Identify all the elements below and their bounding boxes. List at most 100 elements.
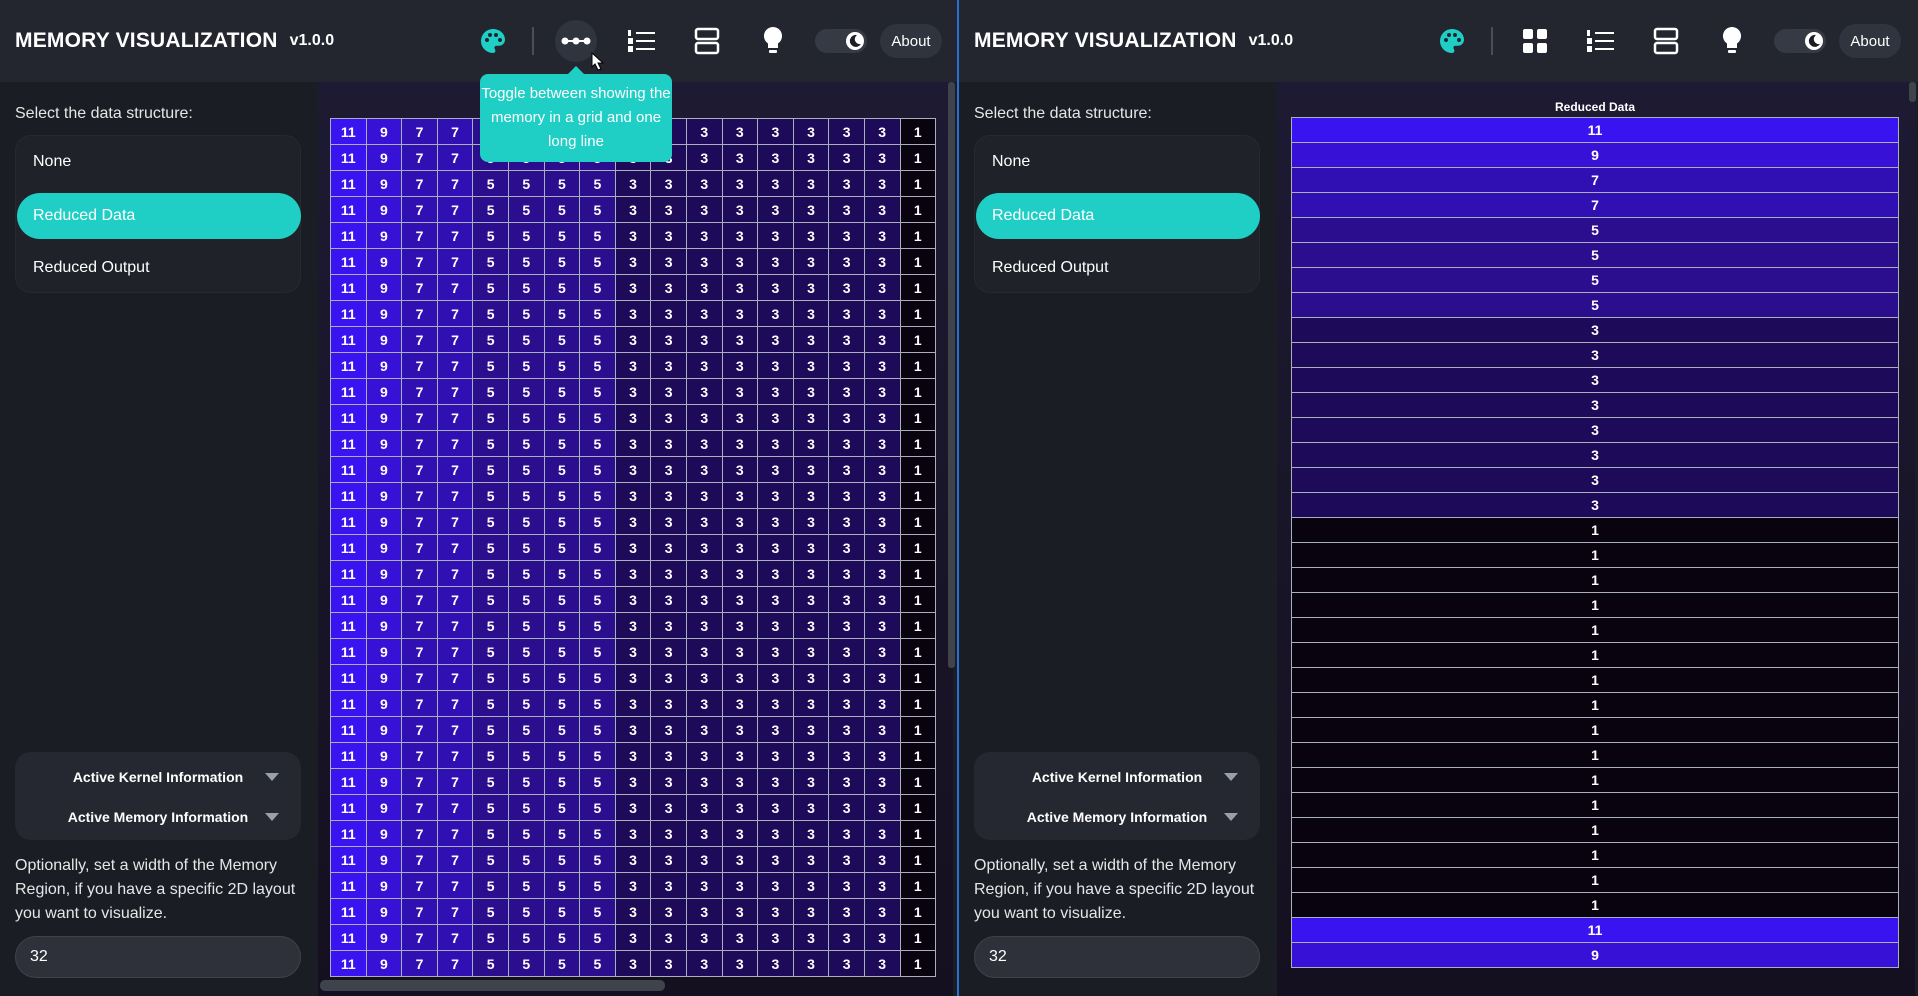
memory-cell: 3 bbox=[828, 456, 865, 483]
memory-cell: 5 bbox=[472, 742, 509, 769]
list-button[interactable] bbox=[620, 20, 662, 62]
caret-down-icon bbox=[265, 813, 279, 821]
memory-cell: 3 bbox=[863, 716, 901, 743]
memory-cell: 3 bbox=[721, 768, 759, 795]
ds-item-none[interactable]: None bbox=[976, 139, 1260, 185]
memory-cell: 7 bbox=[436, 508, 474, 535]
memory-cell: 3 bbox=[828, 950, 865, 977]
ds-item-reduced-data[interactable]: Reduced Data bbox=[17, 193, 301, 239]
stack-button[interactable] bbox=[1645, 20, 1687, 62]
memory-cell: 5 bbox=[507, 222, 545, 249]
memory-cell: 3 bbox=[650, 950, 687, 977]
toggle-view-button[interactable] bbox=[1514, 20, 1556, 62]
memory-cell: 3 bbox=[650, 170, 687, 197]
memory-cell: 9 bbox=[365, 326, 403, 353]
memory-cell: 5 bbox=[472, 482, 509, 509]
list-button[interactable] bbox=[1579, 20, 1621, 62]
app-root: MEMORY VISUALIZATION v1.0.0 About Select… bbox=[0, 0, 1918, 996]
memory-cell: 5 bbox=[579, 404, 616, 431]
vertical-scrollbar[interactable] bbox=[948, 82, 955, 668]
memory-cell: 7 bbox=[401, 430, 438, 457]
memory-cell: 9 bbox=[365, 638, 403, 665]
ds-item-reduced-output[interactable]: Reduced Output bbox=[976, 245, 1260, 291]
memory-cell: 11 bbox=[330, 534, 367, 561]
grid-row: 119775555333333331 bbox=[330, 664, 937, 691]
memory-cell: 3 bbox=[650, 222, 687, 249]
memory-cell: 7 bbox=[401, 378, 438, 405]
memory-cell: 3 bbox=[721, 742, 759, 769]
memory-cell: 7 bbox=[436, 846, 474, 873]
memory-cell: 3 bbox=[650, 898, 687, 925]
memory-cell: 5 bbox=[507, 872, 545, 899]
dark-mode-toggle[interactable] bbox=[815, 29, 867, 53]
memory-cell: 3 bbox=[828, 820, 865, 847]
kernel-info-toggle[interactable]: Active Kernel Information bbox=[15, 760, 301, 794]
app-title: MEMORY VISUALIZATION bbox=[15, 29, 278, 52]
memory-cell: 11 bbox=[330, 664, 367, 691]
memory-cell: 5 bbox=[579, 352, 616, 379]
memory-cell: 3 bbox=[792, 924, 830, 951]
header-separator bbox=[1491, 27, 1493, 55]
memory-cell: 7 bbox=[401, 508, 438, 535]
memory-cell: 3 bbox=[757, 742, 794, 769]
about-button[interactable]: About bbox=[1839, 24, 1901, 58]
memory-cell: 3 bbox=[828, 768, 865, 795]
memory-cell: 11 bbox=[330, 612, 367, 639]
vertical-scrollbar[interactable] bbox=[1909, 82, 1916, 102]
memory-cell: 3 bbox=[757, 456, 794, 483]
memory-cell: 3 bbox=[828, 326, 865, 353]
memory-cell: 7 bbox=[401, 872, 438, 899]
memory-cell: 9 bbox=[365, 794, 403, 821]
memory-cell: 5 bbox=[543, 352, 581, 379]
memory-cell: 3 bbox=[614, 742, 652, 769]
memory-cell: 5 bbox=[579, 872, 616, 899]
memory-cell: 3 bbox=[614, 482, 652, 509]
memory-info-toggle[interactable]: Active Memory Information bbox=[974, 800, 1260, 834]
memory-cell: 1 bbox=[899, 170, 937, 197]
memory-cell: 3 bbox=[721, 664, 759, 691]
about-button[interactable]: About bbox=[880, 24, 942, 58]
horizontal-scrollbar[interactable] bbox=[320, 980, 665, 991]
memory-cell: 3 bbox=[614, 690, 652, 717]
memory-cell: 9 bbox=[365, 560, 403, 587]
ds-item-reduced-output[interactable]: Reduced Output bbox=[17, 245, 301, 291]
memory-info-toggle[interactable]: Active Memory Information bbox=[15, 800, 301, 834]
memory-cell: 9 bbox=[365, 768, 403, 795]
memory-cell: 5 bbox=[543, 196, 581, 223]
kernel-info-toggle[interactable]: Active Kernel Information bbox=[974, 760, 1260, 794]
ds-item-none[interactable]: None bbox=[17, 139, 301, 185]
memory-cell: 7 bbox=[436, 456, 474, 483]
ds-item-reduced-data[interactable]: Reduced Data bbox=[976, 193, 1260, 239]
grid-row: 119775555333333331 bbox=[330, 534, 937, 561]
lightbulb-button[interactable] bbox=[1711, 20, 1753, 62]
memory-cell: 7 bbox=[401, 612, 438, 639]
memory-cell: 3 bbox=[757, 560, 794, 587]
palette-button[interactable] bbox=[472, 20, 514, 62]
memory-cell: 3 bbox=[792, 170, 830, 197]
memory-cell: 3 bbox=[650, 768, 687, 795]
memory-cell: 1 bbox=[899, 638, 937, 665]
memory-cell: 3 bbox=[614, 352, 652, 379]
memory-cell: 3 bbox=[685, 846, 723, 873]
memory-cell: 11 bbox=[330, 768, 367, 795]
palette-button[interactable] bbox=[1431, 20, 1473, 62]
lightbulb-button[interactable] bbox=[752, 20, 794, 62]
memory-cell: 5 bbox=[579, 560, 616, 587]
dark-mode-toggle[interactable] bbox=[1774, 29, 1826, 53]
memory-cell: 3 bbox=[685, 742, 723, 769]
memory-cell: 3 bbox=[757, 768, 794, 795]
memory-cell: 3 bbox=[828, 846, 865, 873]
memory-cell: 5 bbox=[543, 300, 581, 327]
memory-cell: 5 bbox=[579, 274, 616, 301]
memory-cell: 3 bbox=[863, 326, 901, 353]
memory-cell: 5 bbox=[472, 222, 509, 249]
stack-button[interactable] bbox=[686, 20, 728, 62]
width-input[interactable] bbox=[974, 936, 1260, 978]
memory-cell: 1 bbox=[899, 482, 937, 509]
memory-cell: 3 bbox=[792, 872, 830, 899]
memory-cell: 3 bbox=[721, 222, 759, 249]
width-input[interactable] bbox=[15, 936, 301, 978]
memory-cell: 9 bbox=[365, 456, 403, 483]
memory-cell: 5 bbox=[543, 820, 581, 847]
memory-cell: 3 bbox=[828, 690, 865, 717]
